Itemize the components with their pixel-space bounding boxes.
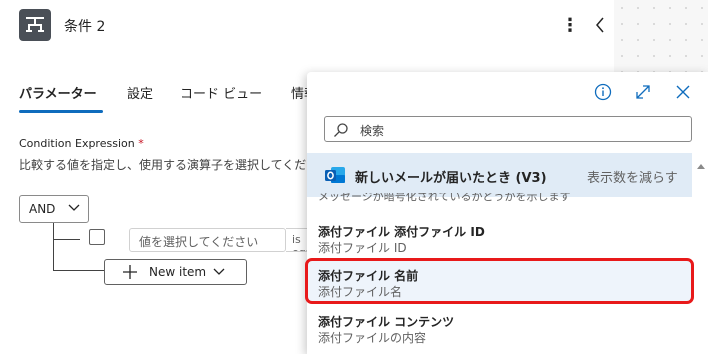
search-input[interactable]: 検索 xyxy=(324,116,692,142)
item-description: 添付ファイルの内容 xyxy=(318,331,427,345)
new-item-button[interactable]: New item xyxy=(104,259,247,285)
tree-connector-new-item xyxy=(53,270,105,271)
condition-expression-label: Condition Expression * xyxy=(19,137,144,150)
search-placeholder: 検索 xyxy=(360,124,385,138)
partial-item-desc: メッセージが暗号化されているかどうかを示します xyxy=(318,193,571,203)
active-tab-indicator xyxy=(19,110,103,113)
chevron-down-icon xyxy=(68,204,80,211)
operator-dropdown[interactable]: is equal to xyxy=(286,228,308,252)
tree-connector-row xyxy=(53,239,80,240)
scroll-up-icon[interactable] xyxy=(696,162,706,170)
required-mark: * xyxy=(138,137,144,150)
condition-description: 比較する値を指定し、使用する演算子を選択してください xyxy=(19,158,309,172)
search-icon xyxy=(334,123,348,137)
list-item-selected[interactable]: 添付ファイル 名前 添付ファイル名 xyxy=(307,261,692,301)
value-input[interactable]: 値を選択してください xyxy=(129,228,286,252)
item-description: 添付ファイル ID xyxy=(318,241,407,255)
row-checkbox[interactable] xyxy=(89,229,105,245)
dynamic-content-flyout: 検索 新しいメールが届いたとき (V3) 表示数を減らす メッセージが暗号化され… xyxy=(307,72,708,354)
tree-connector-vertical xyxy=(53,223,54,270)
show-less-link[interactable]: 表示数を減らす xyxy=(587,167,678,186)
list-item[interactable]: 添付ファイル コンテンツ 添付ファイルの内容 xyxy=(307,307,692,347)
outlook-icon xyxy=(325,167,345,183)
list-item[interactable]: 添付ファイル 添付ファイル ID 添付ファイル ID xyxy=(307,217,692,257)
panel-header: 条件 2 ⋮ xyxy=(0,0,614,50)
trigger-name: 新しいメールが届いたとき (V3) xyxy=(355,171,547,186)
list-item-partial: メッセージが暗号化されているかどうかを示します xyxy=(318,193,688,205)
plus-icon xyxy=(123,265,137,279)
trigger-group-header[interactable]: 新しいメールが届いたとき (V3) 表示数を減らす xyxy=(307,153,692,197)
group-operator-dropdown[interactable]: AND xyxy=(19,195,89,223)
tab-parameters[interactable]: パラメーター xyxy=(19,83,97,102)
item-description: 添付ファイル名 xyxy=(318,285,403,299)
collapse-panel-icon[interactable] xyxy=(590,14,610,36)
condition-action-icon xyxy=(19,9,51,41)
group-operator-value: AND xyxy=(29,202,56,216)
page-title[interactable]: 条件 2 xyxy=(64,16,105,36)
tab-code-view[interactable]: コード ビュー xyxy=(180,83,262,102)
more-options-icon[interactable]: ⋮ xyxy=(560,14,580,36)
item-name: 添付ファイル コンテンツ xyxy=(318,315,455,329)
new-item-label: New item xyxy=(149,265,207,279)
item-name: 添付ファイル 名前 xyxy=(318,269,419,283)
close-icon[interactable] xyxy=(671,80,695,104)
info-icon[interactable] xyxy=(591,80,615,104)
item-name: 添付ファイル 添付ファイル ID xyxy=(318,225,485,239)
expand-icon[interactable] xyxy=(631,80,655,104)
chevron-down-icon xyxy=(213,268,225,275)
tab-settings[interactable]: 設定 xyxy=(127,83,153,102)
condition-expression-text: Condition Expression xyxy=(19,137,135,150)
